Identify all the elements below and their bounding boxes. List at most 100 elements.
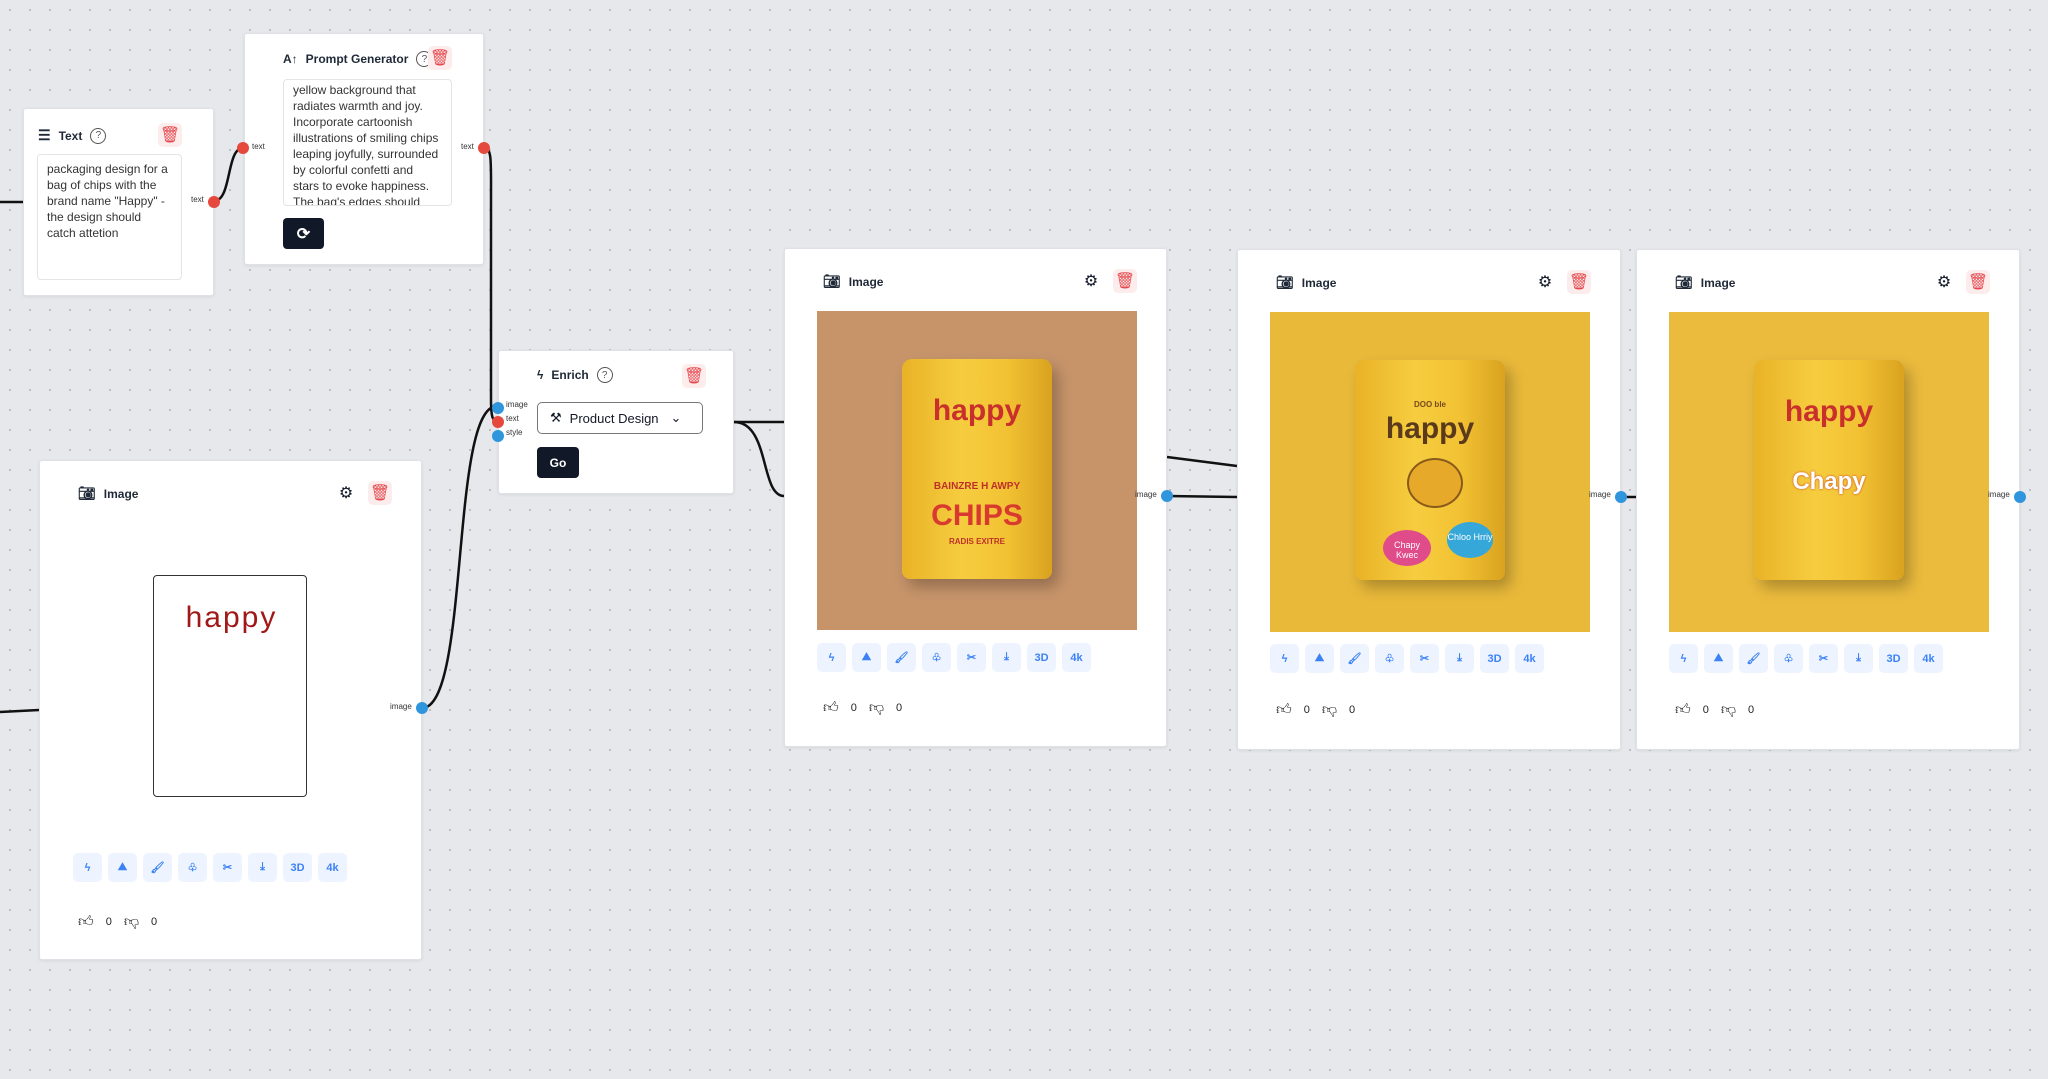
enrich-icon[interactable]: ϟ bbox=[817, 643, 846, 672]
upscale-4k-button[interactable]: 4k bbox=[318, 853, 347, 882]
prompt-input-port[interactable] bbox=[237, 142, 249, 154]
like-count: 0 bbox=[1303, 704, 1310, 716]
3d-button[interactable]: 3D bbox=[1480, 644, 1509, 673]
enrich-node[interactable]: ϟ Enrich ? 🗑 ⚒ Product Design ⌄ Go bbox=[498, 350, 734, 494]
edge-text-prompt bbox=[213, 146, 244, 203]
variation-icon[interactable]: ♧ bbox=[1774, 644, 1803, 673]
download-icon[interactable]: ⤓ bbox=[1445, 644, 1474, 673]
port-label: image bbox=[1988, 490, 2010, 499]
badge-pink: Chapy Kwec bbox=[1383, 530, 1431, 566]
upscale-4k-button[interactable]: 4k bbox=[1914, 644, 1943, 673]
enrich-icon[interactable]: ϟ bbox=[1270, 644, 1299, 673]
upscale-4k-button[interactable]: 4k bbox=[1515, 644, 1544, 673]
bag-brand-text: happy bbox=[932, 394, 1022, 427]
brush-icon[interactable]: 🖌 bbox=[1340, 644, 1369, 673]
upscale-4k-button[interactable]: 4k bbox=[1062, 643, 1091, 672]
image-node[interactable]: 📷︎ Image ⚙ 🗑 happy ϟ ⛰ 🖌 ♧ ✂ ⤓ 3D 4k 👍︎ 0 👎︎ 0 bbox=[39, 460, 422, 960]
refresh-icon: ⟳ bbox=[296, 225, 311, 243]
thumbs-down-icon[interactable]: 👎︎ bbox=[124, 913, 139, 931]
download-icon[interactable]: ⤓ bbox=[992, 643, 1021, 672]
cut-icon[interactable]: ✂ bbox=[1410, 644, 1439, 673]
generated-image[interactable]: happy Chapy bbox=[1669, 312, 1989, 632]
image-node[interactable]: 📷︎ Image ⚙ 🗑 happy Chapy ϟ ⛰ 🖌 ♧ ✂ ⤓ 3D 4k 👍︎ 0 👎︎… bbox=[1636, 249, 2020, 750]
thumbs-down-icon[interactable]: 👎︎ bbox=[1322, 701, 1337, 719]
thumbs-up-icon[interactable]: 👍︎ bbox=[1675, 701, 1691, 719]
scene-icon[interactable]: ⛰ bbox=[852, 643, 881, 672]
prompt-generator-node[interactable]: A↑ Prompt Generator ? 🗑 yellow backgroun… bbox=[244, 33, 484, 265]
generated-image[interactable]: happy BAINZRE H AWPY CHIPS RADIS EXITRE bbox=[817, 311, 1137, 630]
chip-bag: happy BAINZRE H AWPY CHIPS RADIS EXITRE bbox=[902, 359, 1052, 579]
dislike-count: 0 bbox=[896, 702, 903, 714]
smiley-face bbox=[1407, 458, 1463, 508]
scene-icon[interactable]: ⛰ bbox=[1704, 644, 1733, 673]
download-icon[interactable]: ⤓ bbox=[1844, 644, 1873, 673]
prompt-textarea[interactable]: yellow background that radiates warmth a… bbox=[283, 79, 452, 206]
node-title: Image bbox=[103, 486, 139, 501]
text-output-port[interactable] bbox=[208, 196, 220, 208]
enrich-icon[interactable]: ϟ bbox=[73, 853, 102, 882]
delete-button[interactable]: 🗑 bbox=[1113, 269, 1137, 293]
cut-icon[interactable]: ✂ bbox=[957, 643, 986, 672]
scene-icon[interactable]: ⛰ bbox=[1305, 644, 1334, 673]
bag-subtext: BAINZRE H AWPY bbox=[933, 481, 1021, 492]
port-label: style bbox=[506, 428, 523, 437]
cut-icon[interactable]: ✂ bbox=[213, 853, 242, 882]
gear-icon[interactable]: ⚙ bbox=[1535, 272, 1555, 292]
image-output-port[interactable] bbox=[1161, 490, 1173, 502]
port-label: text bbox=[461, 142, 474, 151]
thumbs-up-icon[interactable]: 👍︎ bbox=[78, 913, 94, 931]
text-node[interactable]: ☰ Text ? 🗑 packaging design for a bag of… bbox=[23, 108, 214, 296]
image-toolbar: ϟ ⛰ 🖌 ♧ ✂ ⤓ 3D 4k bbox=[817, 643, 1091, 672]
camera-icon: 📷︎ bbox=[823, 273, 841, 289]
delete-button[interactable]: 🗑 bbox=[1567, 270, 1591, 294]
text-input[interactable]: packaging design for a bag of chips with… bbox=[37, 154, 182, 280]
delete-button[interactable]: 🗑 bbox=[368, 481, 392, 505]
variation-icon[interactable]: ♧ bbox=[178, 853, 207, 882]
port-label: text bbox=[191, 195, 204, 204]
enrich-icon[interactable]: ϟ bbox=[1669, 644, 1698, 673]
variation-icon[interactable]: ♧ bbox=[922, 643, 951, 672]
gear-icon[interactable]: ⚙ bbox=[1081, 271, 1101, 291]
text-input-port[interactable] bbox=[492, 416, 504, 428]
delete-button[interactable]: 🗑 bbox=[158, 123, 182, 147]
prompt-output-port[interactable] bbox=[478, 142, 490, 154]
image-output-port[interactable] bbox=[416, 702, 428, 714]
image-toolbar: ϟ ⛰ 🖌 ♧ ✂ ⤓ 3D 4k bbox=[73, 853, 347, 882]
brush-icon[interactable]: 🖌 bbox=[1739, 644, 1768, 673]
bag-brand-text: happy bbox=[1784, 395, 1874, 428]
cut-icon[interactable]: ✂ bbox=[1809, 644, 1838, 673]
thumbs-down-icon[interactable]: 👎︎ bbox=[1721, 701, 1736, 719]
thumbs-down-icon[interactable]: 👎︎ bbox=[869, 699, 884, 717]
help-icon[interactable]: ? bbox=[596, 367, 613, 383]
image-node[interactable]: 📷︎ Image ⚙ 🗑 happy BAINZRE H AWPY CHIPS RA… bbox=[784, 248, 1167, 747]
generated-image[interactable]: happy DOO ble Chapy Kwec Chloo Hrriy bbox=[1270, 312, 1590, 632]
delete-button[interactable]: 🗑 bbox=[428, 46, 452, 70]
delete-button[interactable]: 🗑 bbox=[682, 364, 706, 388]
image-output-port[interactable] bbox=[1615, 491, 1627, 503]
delete-button[interactable]: 🗑 bbox=[1966, 270, 1990, 294]
download-icon[interactable]: ⤓ bbox=[248, 853, 277, 882]
3d-button[interactable]: 3D bbox=[283, 853, 312, 882]
style-input-port[interactable] bbox=[492, 430, 504, 442]
gear-icon[interactable]: ⚙ bbox=[336, 483, 356, 503]
image-input-port[interactable] bbox=[492, 402, 504, 414]
brush-icon[interactable]: 🖌 bbox=[887, 643, 916, 672]
3d-button[interactable]: 3D bbox=[1879, 644, 1908, 673]
thumbs-up-icon[interactable]: 👍︎ bbox=[823, 699, 839, 717]
go-button[interactable]: Go bbox=[537, 447, 579, 478]
regenerate-button[interactable]: ⟳ bbox=[283, 218, 324, 249]
gear-icon[interactable]: ⚙ bbox=[1934, 272, 1954, 292]
variation-icon[interactable]: ♧ bbox=[1375, 644, 1404, 673]
brush-icon[interactable]: 🖌 bbox=[143, 853, 172, 882]
image-output-port[interactable] bbox=[2014, 491, 2026, 503]
scene-icon[interactable]: ⛰ bbox=[108, 853, 137, 882]
3d-button[interactable]: 3D bbox=[1027, 643, 1056, 672]
style-select[interactable]: ⚒ Product Design ⌄ bbox=[537, 402, 703, 434]
chevron-down-icon: ⌄ bbox=[670, 410, 682, 425]
help-icon[interactable]: ? bbox=[90, 127, 107, 144]
edge-image2-image3b bbox=[1166, 494, 1238, 499]
sketch-image[interactable]: happy bbox=[73, 523, 390, 837]
thumbs-up-icon[interactable]: 👍︎ bbox=[1276, 701, 1292, 719]
image-node[interactable]: 📷︎ Image ⚙ 🗑 happy DOO ble Chapy Kwec Chlo… bbox=[1237, 249, 1621, 750]
bag-big-text: CHIPS bbox=[931, 499, 1023, 532]
